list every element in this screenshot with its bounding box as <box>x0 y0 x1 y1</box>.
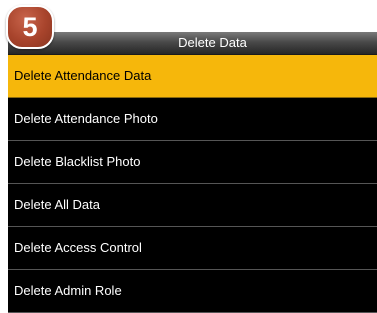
menu-item-delete-admin-role[interactable]: Delete Admin Role <box>8 270 377 313</box>
step-number-badge: 5 <box>6 5 54 49</box>
menu-item-delete-access-control[interactable]: Delete Access Control <box>8 227 377 270</box>
page-title: Delete Data <box>178 35 247 50</box>
menu-item-delete-attendance-photo[interactable]: Delete Attendance Photo <box>8 98 377 141</box>
menu-item-delete-all-data[interactable]: Delete All Data <box>8 184 377 227</box>
menu-item-delete-attendance-data[interactable]: Delete Attendance Data <box>8 55 377 98</box>
title-bar: Delete Data <box>8 32 377 55</box>
device-screen: Delete Data Delete Attendance Data Delet… <box>8 32 377 313</box>
delete-data-menu: Delete Attendance Data Delete Attendance… <box>8 55 377 313</box>
menu-item-delete-blacklist-photo[interactable]: Delete Blacklist Photo <box>8 141 377 184</box>
